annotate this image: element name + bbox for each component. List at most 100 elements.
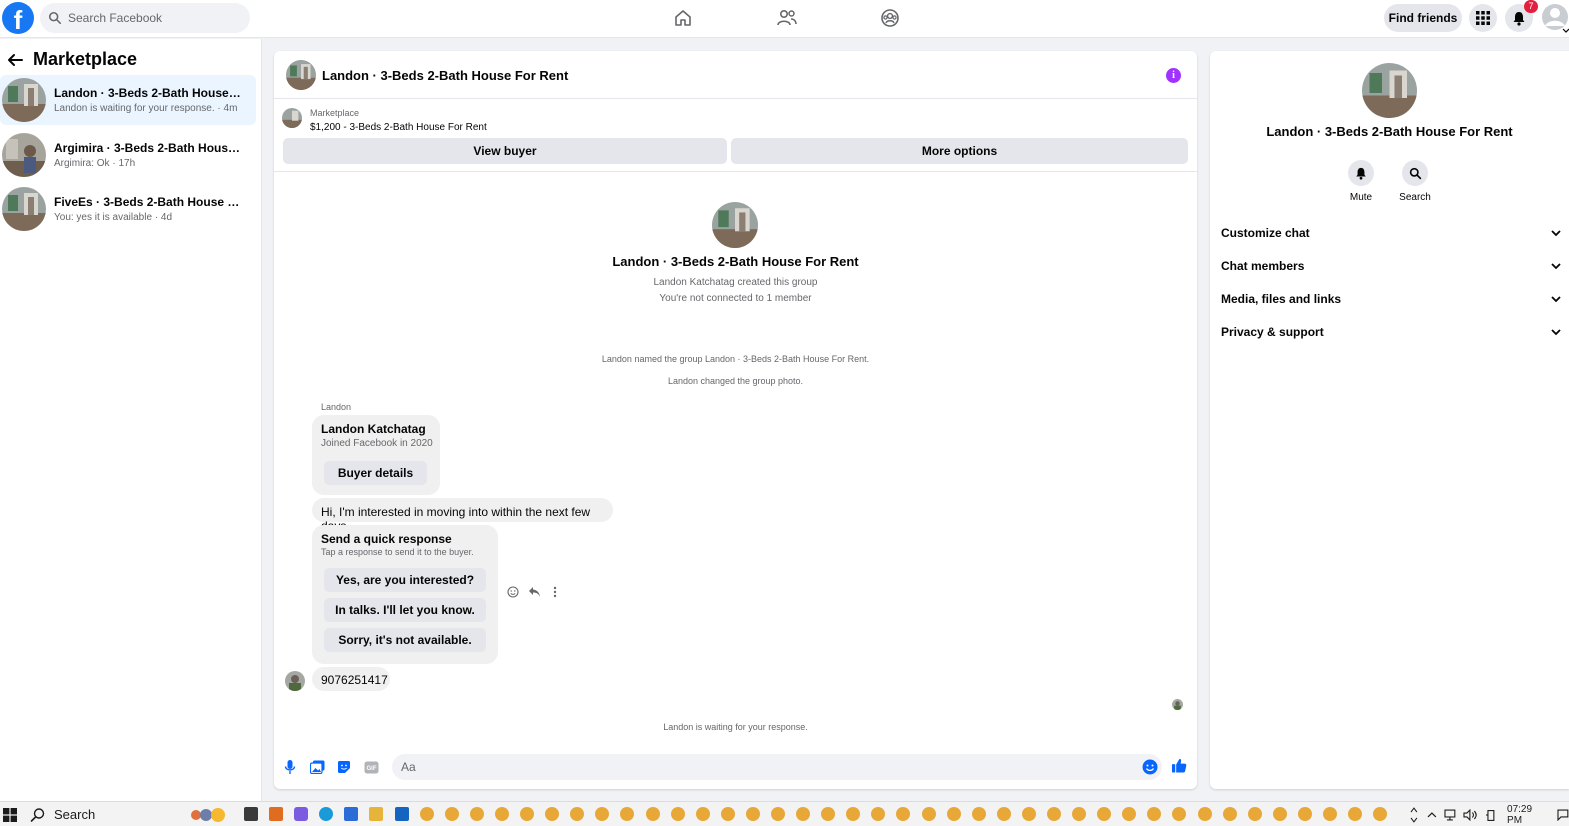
group-photo-large[interactable]	[1362, 63, 1417, 118]
facebook-search-input[interactable]	[68, 11, 238, 25]
notification-center-icon[interactable]	[1557, 809, 1569, 821]
find-friends-button[interactable]: Find friends	[1384, 4, 1462, 32]
chrome-icon[interactable]	[1097, 807, 1112, 821]
chrome-icon[interactable]	[1021, 807, 1036, 821]
tray-scroll-icon[interactable]	[1410, 805, 1418, 825]
copilot-icon[interactable]	[294, 807, 309, 821]
sender-avatar[interactable]	[285, 671, 305, 691]
chrome-icon[interactable]	[1072, 807, 1087, 821]
media-files-links-section[interactable]: Media, files and links	[1221, 288, 1561, 310]
chrome-icon[interactable]	[645, 807, 660, 821]
search-in-chat-button[interactable]: Search	[1395, 160, 1435, 203]
chrome-icon[interactable]	[1247, 807, 1262, 821]
chrome-icon[interactable]	[871, 807, 886, 821]
chat-title[interactable]: Landon · 3-Beds 2-Bath House For Rent	[322, 68, 568, 83]
chat-members-section[interactable]: Chat members	[1221, 255, 1561, 277]
quick-response-option[interactable]: In talks. I'll let you know.	[324, 598, 486, 622]
message-bubble[interactable]: Hi, I'm interested in moving into within…	[312, 498, 613, 533]
chrome-icon[interactable]	[695, 807, 710, 821]
gif-button[interactable]: GIF	[363, 759, 379, 775]
chrome-icon[interactable]	[1222, 807, 1237, 821]
chrome-icon[interactable]	[469, 807, 484, 821]
chrome-icon[interactable]	[620, 807, 635, 821]
chrome-icon[interactable]	[1272, 807, 1287, 821]
back-arrow-icon[interactable]	[6, 51, 24, 69]
chrome-icon[interactable]	[1323, 807, 1338, 821]
listing-price-title[interactable]: $1,200 - 3-Beds 2-Bath House For Rent	[310, 122, 487, 133]
chat-avatar[interactable]	[286, 60, 316, 90]
friends-nav-button[interactable]	[774, 6, 800, 30]
attach-photo-button[interactable]	[309, 759, 325, 775]
chrome-icon[interactable]	[821, 807, 836, 821]
more-vertical-icon[interactable]	[548, 585, 562, 599]
chrome-icon[interactable]	[595, 807, 610, 821]
task-view-icon[interactable]	[244, 807, 258, 821]
conversation-item-argimira[interactable]: Argimira · 3-Beds 2-Bath House Fo... Arg…	[0, 130, 256, 180]
buyer-details-button[interactable]: Buyer details	[324, 461, 427, 485]
chrome-icon[interactable]	[1297, 807, 1312, 821]
mute-button[interactable]: Mute	[1341, 160, 1381, 203]
facebook-logo[interactable]: f	[2, 2, 34, 34]
chrome-icon[interactable]	[419, 807, 434, 821]
info-icon[interactable]: i	[1166, 68, 1181, 83]
outlook-icon[interactable]	[394, 807, 409, 821]
view-buyer-button[interactable]: View buyer	[283, 138, 727, 164]
message-bubble[interactable]: 9076251417	[312, 667, 390, 691]
network-icon[interactable]	[1444, 809, 1458, 821]
home-nav-button[interactable]	[670, 6, 696, 30]
taskbar-search[interactable]: Search	[24, 802, 234, 826]
microphone-icon	[284, 760, 296, 774]
chrome-icon[interactable]	[946, 807, 961, 821]
chrome-icon[interactable]	[720, 807, 735, 821]
taskbar-clock[interactable]: 07:29 PM	[1507, 804, 1549, 826]
chrome-icon[interactable]	[1348, 807, 1363, 821]
facebook-search-box[interactable]	[40, 3, 250, 33]
react-emoji-icon[interactable]	[506, 585, 520, 599]
sticker-button[interactable]	[336, 759, 352, 775]
chrome-icon[interactable]	[570, 807, 585, 821]
chrome-icon[interactable]	[444, 807, 459, 821]
chrome-icon[interactable]	[670, 807, 685, 821]
chrome-icon[interactable]	[996, 807, 1011, 821]
message-input[interactable]	[392, 754, 1162, 780]
chrome-icon[interactable]	[770, 807, 785, 821]
show-hidden-icons-chevron-up-icon[interactable]	[1426, 810, 1438, 820]
account-profile-button[interactable]	[1541, 3, 1569, 33]
voice-clip-button[interactable]	[282, 759, 298, 775]
chrome-icon[interactable]	[1373, 807, 1388, 821]
privacy-support-section[interactable]: Privacy & support	[1221, 321, 1561, 343]
menu-button[interactable]	[1469, 4, 1497, 32]
reply-arrow-icon[interactable]	[527, 585, 541, 599]
chrome-icon[interactable]	[971, 807, 986, 821]
chrome-icon[interactable]	[745, 807, 760, 821]
emoji-picker-button[interactable]	[1142, 759, 1158, 775]
conversation-item-fivees[interactable]: FiveEs · 3-Beds 2-Bath House For ... You…	[0, 184, 256, 234]
groups-nav-button[interactable]	[877, 6, 903, 30]
volume-icon[interactable]	[1463, 808, 1479, 821]
file-explorer-icon[interactable]	[369, 807, 384, 821]
chrome-icon[interactable]	[921, 807, 936, 821]
chrome-icon[interactable]	[846, 807, 861, 821]
message-actions	[506, 585, 569, 599]
chrome-icon[interactable]	[494, 807, 509, 821]
chrome-icon[interactable]	[796, 807, 811, 821]
chrome-icon[interactable]	[1172, 807, 1187, 821]
conversation-item-landon[interactable]: Landon · 3-Beds 2-Bath House For... Land…	[0, 75, 256, 125]
windows-start-icon[interactable]	[3, 808, 17, 822]
chrome-icon[interactable]	[896, 807, 911, 821]
vlc-icon[interactable]	[269, 807, 284, 821]
quick-response-option[interactable]: Yes, are you interested?	[324, 568, 486, 592]
more-options-button[interactable]: More options	[731, 138, 1188, 164]
chrome-icon[interactable]	[1147, 807, 1162, 821]
chrome-icon[interactable]	[520, 807, 535, 821]
chrome-icon[interactable]	[1047, 807, 1061, 821]
chrome-icon[interactable]	[1197, 807, 1212, 821]
battery-icon[interactable]	[1485, 809, 1497, 821]
edge-icon[interactable]	[319, 807, 334, 821]
quick-response-option[interactable]: Sorry, it's not available.	[324, 628, 486, 652]
send-like-button[interactable]	[1171, 757, 1187, 773]
store-icon[interactable]	[344, 807, 359, 821]
chrome-icon[interactable]	[545, 807, 560, 821]
chrome-icon[interactable]	[1122, 807, 1137, 821]
customize-chat-section[interactable]: Customize chat	[1221, 222, 1561, 244]
